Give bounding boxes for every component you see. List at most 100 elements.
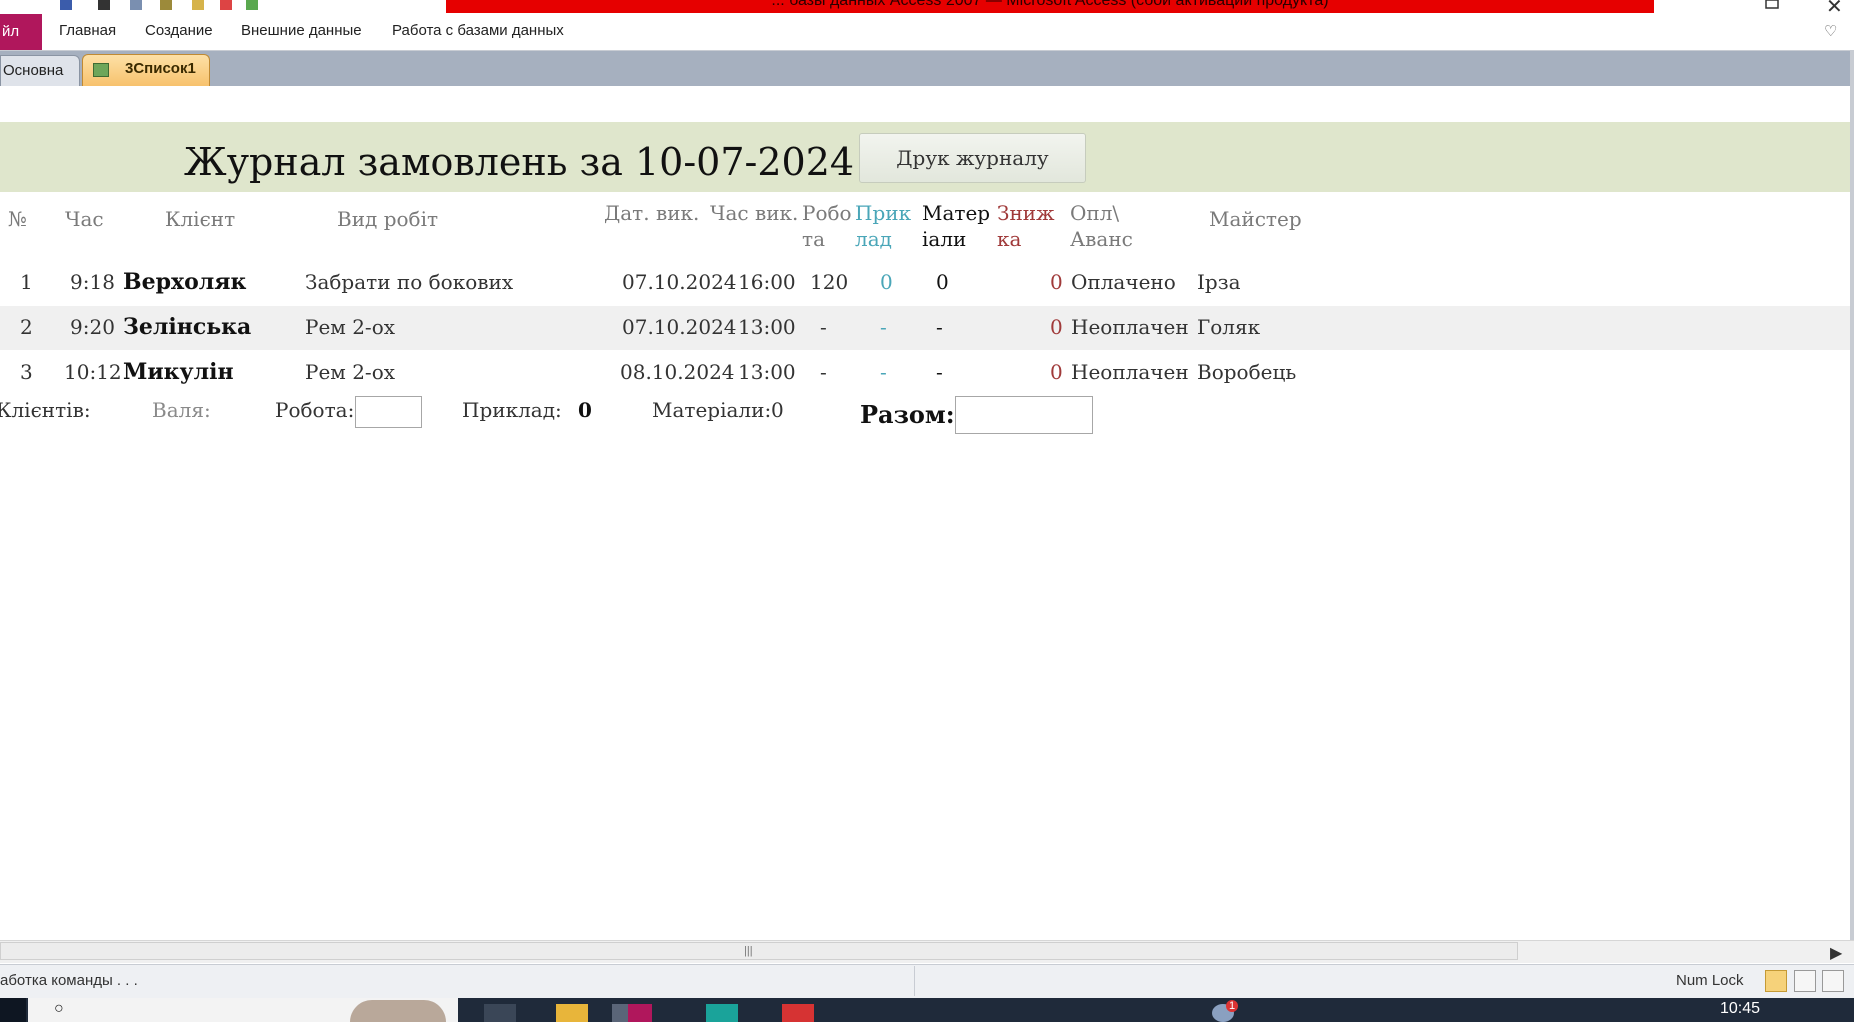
file-tab[interactable]: йл xyxy=(0,14,42,50)
row2-discount[interactable]: 0 xyxy=(1050,314,1063,340)
table-icon[interactable] xyxy=(246,0,258,10)
window-title: ... базы данных Access 2007 — Microsoft … xyxy=(771,0,1329,9)
row1-labor[interactable]: 120 xyxy=(810,269,848,295)
row1-tool[interactable]: 0 xyxy=(880,269,893,295)
quick-access-icons[interactable] xyxy=(60,0,420,10)
tool-total-value: 0 xyxy=(578,398,592,422)
horizontal-scroll-thumb[interactable] xyxy=(0,942,1518,960)
col-payment: Опл\ Аванс xyxy=(1070,200,1133,252)
row1-discount[interactable]: 0 xyxy=(1050,269,1063,295)
row3-master[interactable]: Воробець xyxy=(1197,359,1296,385)
print-journal-button[interactable]: Друк журналу xyxy=(859,133,1086,183)
notification-badge: 1 xyxy=(1226,1000,1239,1012)
file-explorer-icon[interactable] xyxy=(556,1004,588,1022)
row3-num: 3 xyxy=(20,360,33,384)
row3-payment[interactable]: Неоплачен xyxy=(1071,359,1189,385)
row2-date[interactable]: 07.10.2024 xyxy=(622,314,737,340)
col-work-type: Вид робіт xyxy=(337,207,439,231)
form-view-icon[interactable] xyxy=(1765,970,1787,992)
form-top-spacer xyxy=(0,86,1850,122)
col-client: Клієнт xyxy=(165,207,236,231)
tab-external-data[interactable]: Внешние данные xyxy=(241,22,362,39)
row2-labor[interactable]: - xyxy=(820,314,827,340)
row3-materials[interactable]: - xyxy=(936,359,943,385)
row2-time[interactable]: 9:20 xyxy=(70,314,115,340)
row3-date[interactable]: 08.10.2024 xyxy=(620,359,735,385)
access-app-icon[interactable] xyxy=(612,1004,652,1022)
row1-client[interactable]: Верхоляк xyxy=(123,269,246,295)
grand-total-field[interactable] xyxy=(955,396,1093,434)
ribbon-minimize-icon[interactable]: ♡ xyxy=(1824,22,1837,40)
grand-total-label: Разом: xyxy=(860,400,955,429)
work-total-field[interactable] xyxy=(355,396,422,428)
col-payment-line1: Опл\ xyxy=(1070,201,1120,225)
row2-work[interactable]: Рем 2-ох xyxy=(305,314,395,340)
restore-icon[interactable] xyxy=(1762,0,1780,10)
col-materials-line2: іали xyxy=(922,227,967,251)
row3-labor[interactable]: - xyxy=(820,359,827,385)
notification-app-icon[interactable]: 1 xyxy=(1212,1000,1239,1022)
row3-client[interactable]: Микулін xyxy=(123,359,234,385)
doc-tab-list[interactable]: 3Список1 xyxy=(82,54,210,86)
tool-icon[interactable] xyxy=(160,0,172,10)
tab-create[interactable]: Создание xyxy=(145,22,213,39)
tab-database-tools[interactable]: Работа с базами данных xyxy=(392,22,564,39)
row3-tool[interactable]: - xyxy=(880,359,887,385)
materials-total-label: Матеріали: xyxy=(652,398,772,422)
status-bar xyxy=(0,964,1854,999)
col-due-date: Дат. вик. xyxy=(604,201,700,225)
row2-num: 2 xyxy=(20,315,33,339)
document-tab-strip xyxy=(0,51,1854,86)
col-tool: Прик лад xyxy=(855,200,911,252)
col-labor: Робо та xyxy=(802,200,852,252)
row3-work[interactable]: Рем 2-ох xyxy=(305,359,395,385)
save-icon[interactable] xyxy=(60,0,72,10)
status-divider xyxy=(914,966,915,996)
col-discount-line2: ка xyxy=(997,227,1022,251)
layout-view-icon[interactable] xyxy=(1794,970,1816,992)
col-payment-line2: Аванс xyxy=(1070,227,1133,251)
vertical-scroll-strip[interactable] xyxy=(1850,51,1854,941)
design-view-icon[interactable] xyxy=(1822,970,1844,992)
row1-time[interactable]: 9:18 xyxy=(70,269,115,295)
row3-due[interactable]: 13:00 xyxy=(738,359,796,385)
scroll-right-arrow-icon[interactable]: ▶ xyxy=(1830,943,1842,963)
col-num: № xyxy=(8,207,27,231)
smile-icon[interactable] xyxy=(192,0,204,10)
col-discount-line1: Зниж xyxy=(997,201,1055,225)
clients-count-label: Клієнтів: xyxy=(0,398,91,422)
row1-payment[interactable]: Оплачено xyxy=(1071,269,1176,295)
preview-icon[interactable] xyxy=(130,0,142,10)
row3-time[interactable]: 10:12 xyxy=(64,359,122,385)
row1-num: 1 xyxy=(20,270,33,294)
col-labor-line1: Робо xyxy=(802,201,852,225)
valya-label: Валя: xyxy=(152,398,211,422)
row1-materials[interactable]: 0 xyxy=(936,269,949,295)
window-title-bar: ... базы данных Access 2007 — Microsoft … xyxy=(446,0,1654,13)
print-icon[interactable] xyxy=(98,0,110,10)
col-tool-line1: Прик xyxy=(855,201,912,225)
app-red-icon[interactable] xyxy=(782,1004,814,1022)
app-teal-icon[interactable] xyxy=(706,1004,738,1022)
row1-master[interactable]: Ірза xyxy=(1197,269,1241,295)
row2-payment[interactable]: Неоплачен xyxy=(1071,314,1189,340)
tab-home[interactable]: Главная xyxy=(59,22,116,39)
row2-due[interactable]: 13:00 xyxy=(738,314,796,340)
row2-client[interactable]: Зелінська xyxy=(123,314,251,340)
start-icon[interactable] xyxy=(0,998,26,1022)
row1-work[interactable]: Забрати по бокових xyxy=(305,269,513,295)
stop-icon[interactable] xyxy=(220,0,232,10)
row2-tool[interactable]: - xyxy=(880,314,887,340)
doc-tab-main[interactable]: Основна xyxy=(0,55,80,86)
table-row-2-bg xyxy=(0,306,1850,350)
search-icon: ○ xyxy=(54,1000,64,1017)
row2-master[interactable]: Голяк xyxy=(1197,314,1260,340)
col-time: Час xyxy=(65,207,104,231)
row2-materials[interactable]: - xyxy=(936,314,943,340)
row1-due[interactable]: 16:00 xyxy=(738,269,796,295)
row1-date[interactable]: 07.10.2024 xyxy=(622,269,737,295)
num-lock-indicator: Num Lock xyxy=(1676,972,1744,989)
task-view-icon[interactable] xyxy=(484,1004,516,1022)
taskbar-clock[interactable]: 10:45 xyxy=(1720,1000,1760,1018)
row3-discount[interactable]: 0 xyxy=(1050,359,1063,385)
